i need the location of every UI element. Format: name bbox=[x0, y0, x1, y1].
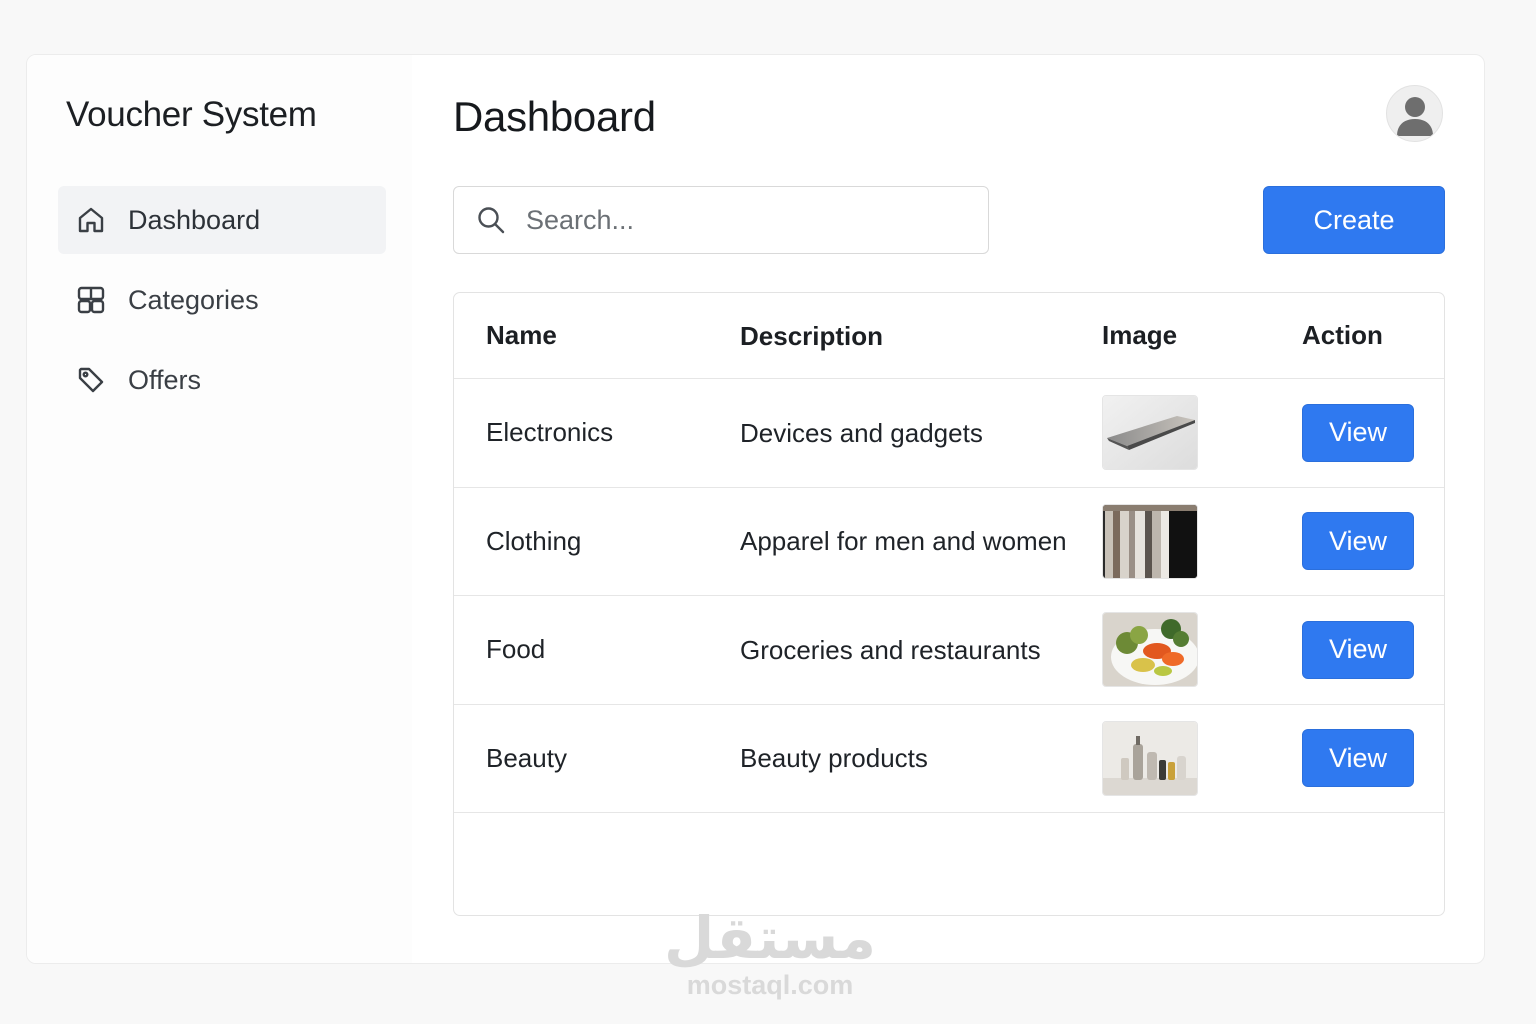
user-avatar-icon[interactable] bbox=[1386, 85, 1443, 142]
tag-icon bbox=[76, 365, 106, 395]
row-description: Apparel for men and women bbox=[740, 526, 1067, 557]
table-header-row: Name Description Image Action bbox=[454, 293, 1444, 379]
categories-table: Name Description Image Action Electronic… bbox=[453, 292, 1445, 916]
sidebar-item-categories[interactable]: Categories bbox=[58, 266, 386, 334]
sidebar-item-dashboard[interactable]: Dashboard bbox=[58, 186, 386, 254]
row-action-cell: View bbox=[1302, 488, 1414, 596]
view-button[interactable]: View bbox=[1302, 512, 1414, 571]
table-row: Beauty Beauty products View bbox=[454, 705, 1444, 813]
row-image-cell bbox=[1102, 596, 1198, 704]
page-title: Dashboard bbox=[453, 93, 656, 140]
view-button[interactable]: View bbox=[1302, 620, 1414, 679]
row-name: Food bbox=[486, 634, 546, 665]
grid-icon bbox=[76, 285, 106, 315]
row-name: Beauty bbox=[486, 742, 567, 773]
row-name: Clothing bbox=[486, 525, 582, 556]
table-row: Clothing Apparel for men and women View bbox=[454, 488, 1444, 596]
search-box[interactable] bbox=[453, 186, 989, 254]
sidebar-item-label: Categories bbox=[128, 284, 259, 315]
view-button[interactable]: View bbox=[1302, 729, 1414, 788]
main-content: Dashboard Create Name Description Image bbox=[453, 55, 1484, 963]
sidebar-item-label: Dashboard bbox=[128, 204, 261, 235]
watermark-latin: mostaql.com bbox=[686, 970, 854, 1000]
row-image-cell bbox=[1102, 488, 1198, 596]
watermark: مستقل mostaql.com bbox=[640, 908, 900, 1002]
view-button[interactable]: View bbox=[1302, 403, 1414, 462]
table-row: Electronics Devices and gadgets View bbox=[454, 379, 1444, 488]
row-image-cell bbox=[1102, 705, 1198, 813]
row-action-cell: View bbox=[1302, 705, 1414, 813]
row-description: Beauty products bbox=[740, 743, 928, 774]
sidebar-nav: Dashboard Categories Offers bbox=[58, 186, 386, 426]
row-description: Groceries and restaurants bbox=[740, 634, 1041, 665]
watermark-arabic: مستقل bbox=[663, 904, 877, 972]
beauty-bottles-thumbnail bbox=[1102, 720, 1198, 796]
column-header-action: Action bbox=[1302, 320, 1383, 350]
sidebar-item-label: Offers bbox=[128, 364, 202, 395]
home-icon bbox=[76, 205, 106, 235]
row-image-cell bbox=[1102, 379, 1198, 487]
column-header-description: Description bbox=[740, 320, 884, 351]
clothing-rack-thumbnail bbox=[1102, 503, 1198, 579]
column-header-name: Name bbox=[486, 320, 557, 350]
search-icon bbox=[476, 205, 506, 235]
column-header-image: Image bbox=[1102, 320, 1178, 350]
row-description: Devices and gadgets bbox=[740, 417, 983, 448]
sidebar-item-offers[interactable]: Offers bbox=[58, 346, 386, 414]
create-button[interactable]: Create bbox=[1263, 186, 1445, 254]
sidebar: Voucher System Dashboard Categories Offe… bbox=[27, 55, 412, 963]
app-window: Voucher System Dashboard Categories Offe… bbox=[26, 54, 1485, 964]
laptop-thumbnail bbox=[1102, 395, 1198, 471]
search-input[interactable] bbox=[526, 204, 966, 236]
row-action-cell: View bbox=[1302, 596, 1414, 704]
food-plate-thumbnail bbox=[1102, 612, 1198, 688]
app-title: Voucher System bbox=[66, 95, 317, 134]
row-action-cell: View bbox=[1302, 379, 1414, 487]
row-name: Electronics bbox=[486, 417, 614, 448]
table-row: Food Groceries and restaurants View bbox=[454, 596, 1444, 705]
